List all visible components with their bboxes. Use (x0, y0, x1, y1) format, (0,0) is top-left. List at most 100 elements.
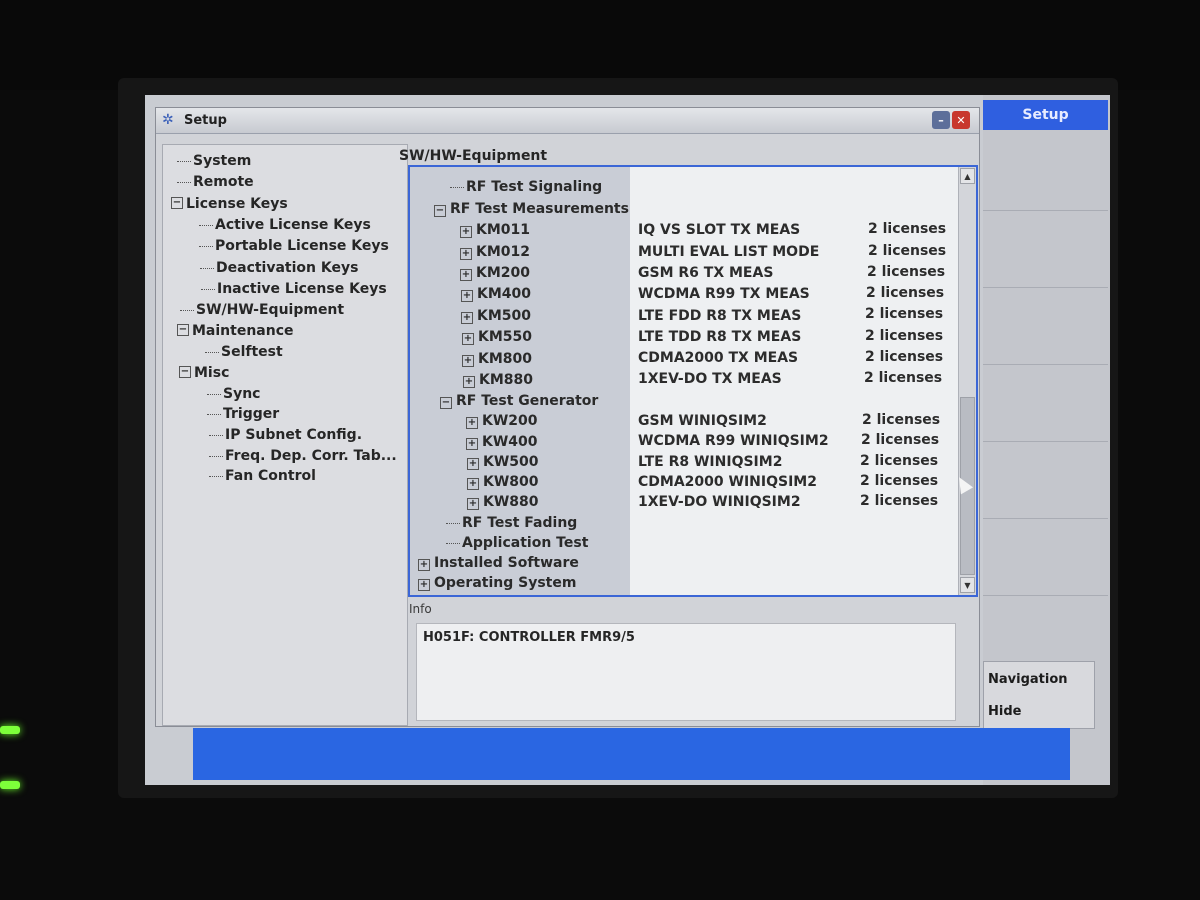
expand-icon[interactable]: + (463, 376, 475, 388)
option-description: WCDMA R99 TX MEAS (638, 286, 810, 302)
expand-icon[interactable]: + (462, 355, 474, 367)
tree-item-label: Active License Keys (215, 217, 371, 233)
monitor-top-edge (0, 0, 1200, 90)
tree-item-application-test[interactable]: Application Test (446, 533, 588, 553)
tree-item-km011[interactable]: + KM011 (460, 220, 530, 240)
collapse-icon[interactable]: − (440, 397, 452, 409)
softkey-slot[interactable] (983, 520, 1108, 596)
expand-icon[interactable]: + (460, 248, 472, 260)
license-count: 2 licenses (864, 370, 943, 386)
tree-item-trigger[interactable]: Trigger (207, 404, 279, 424)
expand-icon[interactable]: + (467, 498, 479, 510)
option-description: CDMA2000 TX MEAS (638, 350, 799, 366)
scroll-down-icon[interactable]: ▼ (960, 577, 975, 593)
tree-item-km880[interactable]: + KM880 (463, 370, 533, 390)
option-description: LTE FDD R8 TX MEAS (638, 308, 802, 324)
expand-icon[interactable]: + (466, 417, 478, 429)
dialog-titlebar[interactable]: ✲ Setup – ✕ (156, 108, 979, 134)
tree-item-km012[interactable]: + KM012 (460, 242, 530, 262)
option-description: GSM R6 TX MEAS (638, 265, 774, 281)
tree-item-inactive-license-keys[interactable]: Inactive License Keys (201, 279, 387, 299)
tree-item-label: Maintenance (192, 323, 294, 339)
tree-item-kw880[interactable]: + KW880 (467, 492, 539, 512)
tree-item-operating-system[interactable]: + Operating System (418, 573, 576, 593)
tree-item-installed-software[interactable]: + Installed Software (418, 553, 579, 573)
tree-connector (450, 186, 464, 188)
softkey-slot[interactable] (983, 135, 1108, 211)
tree-item-deactivation-keys[interactable]: Deactivation Keys (200, 258, 358, 278)
expand-icon[interactable]: + (460, 226, 472, 238)
tree-connector (201, 288, 215, 290)
setup-softkey[interactable]: Setup (983, 100, 1108, 130)
tree-item-label: Sync (223, 386, 261, 402)
tree-item-kw200[interactable]: + KW200 (466, 411, 538, 431)
tree-item-label: Misc (194, 365, 230, 381)
tree-item-sync[interactable]: Sync (207, 384, 260, 404)
softkey-slot[interactable] (983, 366, 1108, 442)
tree-connector (199, 245, 213, 247)
expand-icon[interactable]: + (418, 579, 430, 591)
collapse-icon[interactable]: − (179, 366, 191, 378)
tree-item-label: Application Test (462, 535, 589, 551)
tree-item-label: KW400 (482, 434, 538, 450)
tree-item-fan-control[interactable]: Fan Control (209, 466, 316, 486)
license-count: 2 licenses (860, 473, 939, 489)
tree-item-label: KM012 (476, 244, 531, 260)
tree-item-km400[interactable]: + KM400 (461, 284, 531, 304)
minimize-button[interactable]: – (932, 111, 950, 129)
navigation-softkey[interactable]: Navigation (988, 672, 1068, 687)
close-button[interactable]: ✕ (952, 111, 970, 129)
tree-item-rf-test-signaling[interactable]: RF Test Signaling (450, 177, 602, 197)
tree-item-remote[interactable]: Remote (177, 172, 254, 192)
collapse-icon[interactable]: − (177, 324, 189, 336)
tree-item-kw400[interactable]: + KW400 (466, 432, 538, 452)
tree-connector (446, 522, 460, 524)
tree-item-freq-dep-corr-tab[interactable]: Freq. Dep. Corr. Tab... (209, 446, 397, 466)
tree-connector (177, 160, 191, 162)
tree-item-label: Installed Software (434, 555, 579, 571)
tree-item-km500[interactable]: + KM500 (461, 306, 531, 326)
tree-item-rf-test-measurements[interactable]: − RF Test Measurements (434, 199, 629, 219)
tree-item-active-license-keys[interactable]: Active License Keys (199, 215, 371, 235)
tree-item-portable-license-keys[interactable]: Portable License Keys (199, 236, 389, 256)
option-description: LTE R8 WINIQSIM2 (638, 454, 783, 470)
tree-item-km200[interactable]: + KM200 (460, 263, 530, 283)
license-count: 2 licenses (867, 264, 946, 280)
softkey-slot[interactable] (983, 289, 1108, 365)
collapse-icon[interactable]: − (434, 205, 446, 217)
softkey-slot[interactable] (983, 212, 1108, 288)
tree-item-license-keys[interactable]: − License Keys (171, 194, 288, 214)
softkey-slot[interactable] (983, 443, 1108, 519)
tree-item-rf-test-generator[interactable]: − RF Test Generator (440, 391, 598, 411)
vertical-scrollbar[interactable]: ▲ ▼ (958, 167, 976, 595)
tree-item-km800[interactable]: + KM800 (462, 349, 532, 369)
tree-item-system[interactable]: System (177, 151, 251, 171)
equipment-tree-panel[interactable]: RF Test Signaling − RF Test Measurements … (408, 165, 978, 597)
expand-icon[interactable]: + (466, 438, 478, 450)
tree-item-maintenance[interactable]: − Maintenance (177, 321, 294, 341)
tree-item-rf-test-fading[interactable]: RF Test Fading (446, 513, 577, 533)
tree-connector (207, 413, 221, 415)
scroll-up-icon[interactable]: ▲ (960, 168, 975, 184)
tree-connector (207, 393, 221, 395)
tree-item-label: System (193, 153, 252, 169)
expand-icon[interactable]: + (467, 478, 479, 490)
tree-item-ip-subnet-config[interactable]: IP Subnet Config. (209, 425, 362, 445)
expand-icon[interactable]: + (467, 458, 479, 470)
tree-item-kw500[interactable]: + KW500 (467, 452, 539, 472)
hide-softkey[interactable]: Hide (988, 704, 1021, 719)
tree-item-label: RF Test Generator (456, 393, 599, 409)
tree-item-label: KM011 (476, 222, 531, 238)
tree-item-sw-hw-equipment[interactable]: SW/HW-Equipment (180, 300, 344, 320)
expand-icon[interactable]: + (460, 269, 472, 281)
expand-icon[interactable]: + (418, 559, 430, 571)
tree-item-selftest[interactable]: Selftest (205, 342, 283, 362)
expand-icon[interactable]: + (462, 333, 474, 345)
expand-icon[interactable]: + (461, 290, 473, 302)
tree-item-misc[interactable]: − Misc (179, 363, 229, 383)
tree-item-kw800[interactable]: + KW800 (467, 472, 539, 492)
collapse-icon[interactable]: − (171, 197, 183, 209)
tree-item-km550[interactable]: + KM550 (462, 327, 532, 347)
tree-connector (209, 475, 223, 477)
expand-icon[interactable]: + (461, 312, 473, 324)
